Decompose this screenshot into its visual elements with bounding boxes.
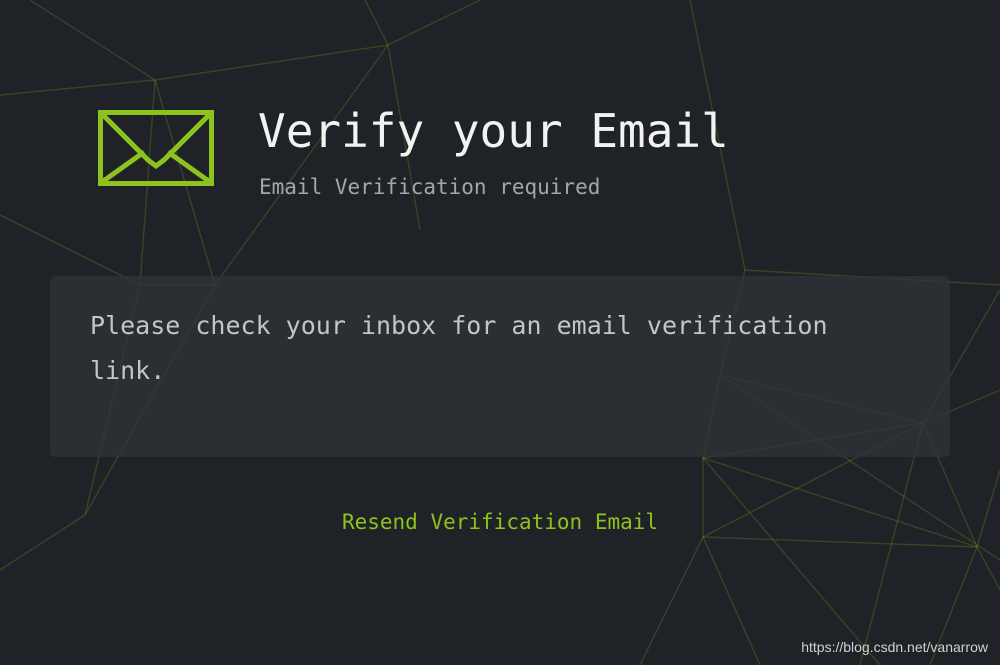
watermark-text: https://blog.csdn.net/vanarrow <box>801 639 988 655</box>
envelope-icon <box>98 110 214 186</box>
page-title: Verify your Email <box>258 104 729 158</box>
verification-message: Please check your inbox for an email ver… <box>90 311 828 385</box>
message-panel: Please check your inbox for an email ver… <box>50 276 950 457</box>
resend-verification-link[interactable]: Resend Verification Email <box>0 510 1000 534</box>
verify-email-page: Verify your Email Email Verification req… <box>0 0 1000 665</box>
page-subtitle: Email Verification required <box>259 175 601 199</box>
